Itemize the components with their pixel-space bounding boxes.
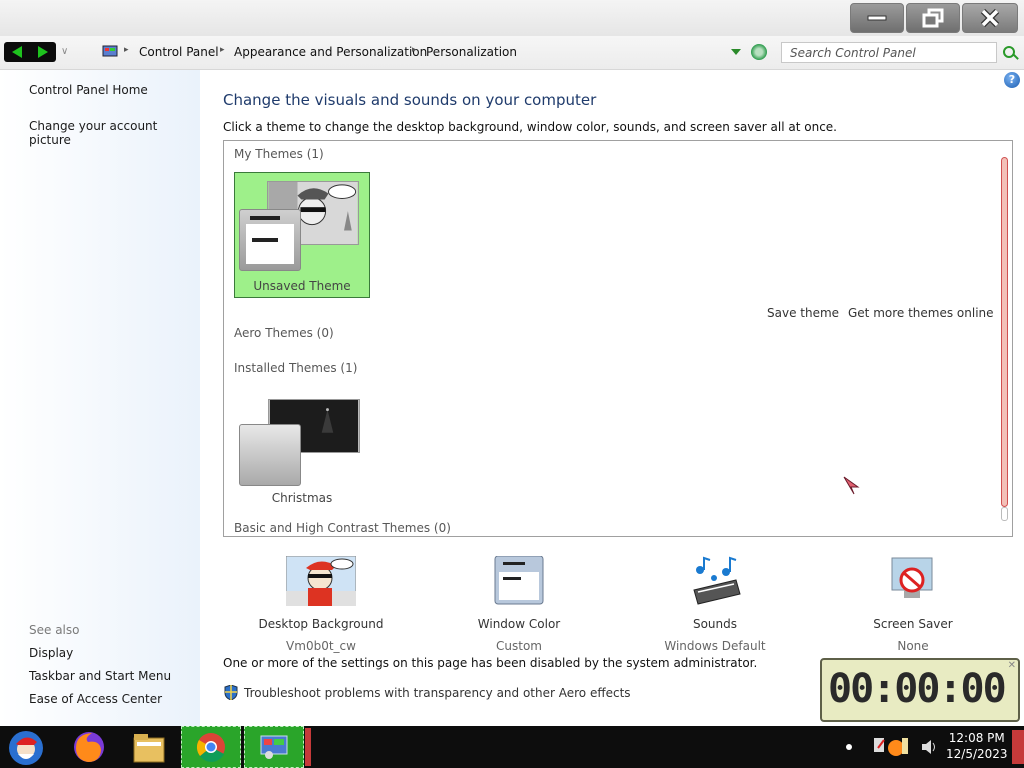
setting-value: Windows Default <box>664 639 766 653</box>
mouse-cursor-icon <box>843 476 860 495</box>
address-dropdown-icon[interactable] <box>731 49 741 55</box>
window-color-icon <box>494 555 544 605</box>
minimize-icon <box>867 15 887 21</box>
themes-list: My Themes (1) Unsaved Theme Save theme G… <box>223 140 1013 537</box>
address-bar: ∨ ▸ Control Panel ▸ Appearance and Perso… <box>0 36 1024 70</box>
theme-name-unsaved: Unsaved Theme <box>253 279 351 293</box>
themes-scrollbar[interactable] <box>1001 157 1008 507</box>
group-aero-themes: Aero Themes (0) <box>234 326 334 340</box>
window-color-preview <box>239 424 301 486</box>
forward-arrow-icon[interactable] <box>38 46 48 58</box>
setting-label: Desktop Background <box>258 617 384 631</box>
themes-scrollbar-end[interactable] <box>1001 507 1008 521</box>
gadget-close-icon[interactable]: ✕ <box>1008 660 1016 671</box>
theme-unsaved[interactable]: Unsaved Theme <box>234 172 370 298</box>
file-explorer-icon[interactable] <box>130 728 168 766</box>
setting-label: Sounds <box>692 617 738 631</box>
group-my-themes: My Themes (1) <box>234 147 324 161</box>
tray-dot-icon[interactable] <box>846 744 852 750</box>
close-icon <box>980 8 1000 28</box>
search-icon[interactable] <box>1003 46 1015 58</box>
sidebar-link-control-panel-home[interactable]: Control Panel Home <box>29 83 148 97</box>
tray-notification-icons[interactable] <box>874 736 916 758</box>
page-title: Change the visuals and sounds on your co… <box>223 91 597 109</box>
setting-desktop-background[interactable]: Desktop Background Vm0b0t_cw <box>246 555 396 653</box>
setting-value: Custom <box>496 639 542 653</box>
shield-icon <box>224 685 238 700</box>
breadcrumb-separator: ▸ <box>124 45 129 55</box>
chrome-icon <box>196 733 225 762</box>
firefox-icon[interactable] <box>70 728 108 766</box>
sidebar-link-ease-of-access[interactable]: Ease of Access Center <box>29 692 162 706</box>
get-more-themes-link[interactable]: Get more themes online <box>848 306 994 320</box>
save-theme-link[interactable]: Save theme <box>767 306 839 320</box>
refresh-icon[interactable] <box>751 44 767 60</box>
minimize-button[interactable] <box>850 3 904 33</box>
breadcrumb-separator: ▸ <box>220 45 225 55</box>
back-arrow-icon[interactable] <box>12 46 22 58</box>
see-also-heading: See also <box>29 623 80 637</box>
volume-icon[interactable] <box>920 738 938 756</box>
help-icon[interactable]: ? <box>1004 72 1020 88</box>
search-input[interactable]: Search Control Panel <box>781 42 997 63</box>
start-button-santa-icon[interactable] <box>6 728 46 766</box>
breadcrumb-separator: ▸ <box>412 45 417 55</box>
sidebar: Control Panel Home Change your account p… <box>0 70 200 726</box>
taskbar: 12:08 PM 12/5/2023 <box>0 726 1024 768</box>
chrome-taskbar-button[interactable] <box>181 726 241 768</box>
window-controls <box>850 3 1018 33</box>
troubleshoot-link[interactable]: Troubleshoot problems with transparency … <box>244 686 631 700</box>
window-color-preview <box>239 209 301 271</box>
theme-christmas[interactable]: Christmas <box>234 391 370 517</box>
admin-notice: One or more of the settings on this page… <box>223 656 758 670</box>
screen-saver-icon <box>891 557 933 598</box>
setting-window-color[interactable]: Window Color Custom <box>444 555 594 653</box>
group-basic-themes: Basic and High Contrast Themes (0) <box>234 521 451 535</box>
setting-label: Screen Saver <box>873 617 953 631</box>
restore-button[interactable] <box>906 3 960 33</box>
restore-icon <box>922 8 944 28</box>
breadcrumb-control-panel[interactable]: Control Panel <box>139 45 219 59</box>
page-description: Click a theme to change the desktop back… <box>223 120 837 134</box>
main-content: ? Change the visuals and sounds on your … <box>200 70 1024 726</box>
title-bar <box>0 0 1024 36</box>
setting-sounds[interactable]: Sounds Windows Default <box>640 556 790 653</box>
sounds-icon <box>693 556 741 605</box>
taskbar-divider <box>305 728 311 766</box>
desktop-background-icon <box>285 555 357 607</box>
theme-name-christmas: Christmas <box>271 491 333 505</box>
setting-value: Vm0b0t_cw <box>286 639 356 653</box>
group-installed-themes: Installed Themes (1) <box>234 361 358 375</box>
control-panel-icon <box>260 735 288 759</box>
timer-gadget[interactable]: 00:00:00 ✕ <box>820 658 1020 722</box>
system-clock[interactable]: 12:08 PM 12/5/2023 <box>946 730 1008 762</box>
control-panel-icon <box>102 45 118 57</box>
setting-label: Window Color <box>477 617 561 631</box>
clock-date: 12/5/2023 <box>946 747 1008 761</box>
setting-value: None <box>897 639 929 653</box>
recent-pages-chevron-icon[interactable]: ∨ <box>61 46 68 57</box>
clock-time: 12:08 PM <box>948 731 1005 745</box>
setting-screen-saver[interactable]: Screen Saver None <box>838 556 988 653</box>
breadcrumb-personalization[interactable]: Personalization <box>426 45 517 59</box>
timer-display: 00:00:00 <box>828 666 1007 712</box>
nav-buttons <box>4 42 56 62</box>
sidebar-link-account-picture[interactable]: Change your account picture <box>29 119 200 147</box>
breadcrumb-appearance[interactable]: Appearance and Personalization <box>234 45 427 59</box>
close-button[interactable] <box>962 3 1018 33</box>
show-desktop-button[interactable] <box>1012 730 1024 764</box>
sidebar-link-taskbar[interactable]: Taskbar and Start Menu <box>29 669 171 683</box>
sidebar-link-display[interactable]: Display <box>29 646 73 660</box>
control-panel-taskbar-button[interactable] <box>244 726 304 768</box>
